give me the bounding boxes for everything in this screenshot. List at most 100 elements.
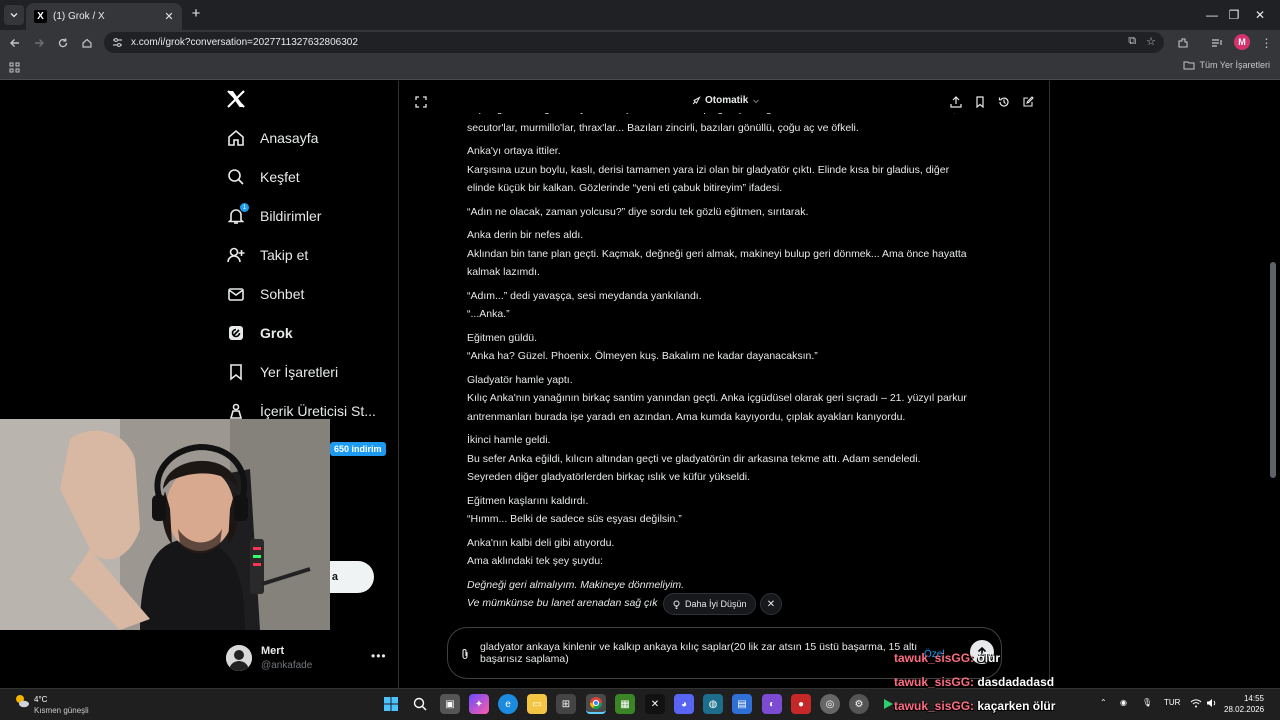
extensions-icon[interactable] bbox=[1174, 34, 1191, 51]
response-line: Eğitmen güldü. bbox=[467, 331, 538, 344]
bookmark-icon bbox=[226, 362, 246, 382]
share-icon[interactable] bbox=[949, 95, 963, 109]
capcut-icon[interactable]: ✕ bbox=[645, 694, 665, 714]
photos-icon[interactable]: ▤ bbox=[732, 694, 752, 714]
studio-icon[interactable]: ◐ bbox=[762, 694, 782, 714]
response-line: İkinci hamle geldi. bbox=[467, 434, 551, 446]
windows-taskbar: 4°C Kısmen güneşli ▣ ✦ e ▭ ⊞ ▦ ✕ ◕ ◍ ▤ ◐… bbox=[0, 688, 1280, 720]
history-icon[interactable] bbox=[997, 95, 1011, 109]
dismiss-suggestion-icon[interactable]: ✕ bbox=[760, 593, 782, 615]
sidebar-item-notifications[interactable]: 1 Bildirimler bbox=[226, 198, 321, 234]
chat-text: dasdadadasd bbox=[977, 675, 1055, 689]
bookmark-star-icon[interactable]: ☆ bbox=[1146, 35, 1156, 48]
grok-response: at pisliği kokusu genzini yaktı. Karşısı… bbox=[467, 103, 987, 618]
language-indicator[interactable]: TUR bbox=[1164, 698, 1180, 707]
obs-icon[interactable]: ◎ bbox=[820, 694, 840, 714]
system-clock[interactable]: 14:55 28.02.2026 bbox=[1224, 693, 1264, 715]
expand-icon[interactable] bbox=[415, 96, 427, 108]
file-explorer-icon[interactable]: ▭ bbox=[527, 694, 547, 714]
taskbar-search-icon[interactable] bbox=[410, 694, 430, 714]
tab-search-dropdown[interactable] bbox=[4, 5, 24, 25]
media-controls-icon[interactable] bbox=[1208, 34, 1225, 51]
more-options-icon[interactable]: ••• bbox=[371, 649, 387, 663]
bookmark-icon[interactable] bbox=[973, 95, 987, 109]
response-paragraph: Anka'nın kalbi deli gibi atıyordu. Ama ak… bbox=[467, 534, 987, 571]
chevron-down-icon bbox=[753, 99, 760, 103]
apps-grid-icon[interactable] bbox=[6, 59, 23, 76]
browser-tab[interactable]: X (1) Grok / X ✕ bbox=[26, 3, 182, 30]
webcam-overlay bbox=[0, 419, 330, 630]
address-bar[interactable]: x.com/i/grok?conversation=20277113276328… bbox=[104, 32, 1164, 53]
wifi-icon[interactable] bbox=[1190, 698, 1202, 708]
response-line: Seyreden diğer gladyatörlerden birkaç ıs… bbox=[467, 471, 751, 483]
sidebar-item-bookmarks[interactable]: Yer İşaretleri bbox=[226, 354, 338, 390]
creator-icon bbox=[226, 401, 246, 421]
person-add-icon bbox=[226, 245, 246, 265]
tray-chevron-icon[interactable]: ⌃ bbox=[1100, 698, 1107, 707]
grok-input[interactable]: gladyator ankaya kinlenir ve kalkıp anka… bbox=[480, 641, 920, 665]
sidebar-item-grok[interactable]: Grok bbox=[226, 315, 293, 351]
microphone-icon[interactable]: 🎙 bbox=[1142, 698, 1152, 707]
all-bookmarks-label: Tüm Yer İşaretleri bbox=[1199, 60, 1270, 70]
sidebar-item-label: Grok bbox=[260, 325, 293, 341]
all-bookmarks-folder[interactable]: Tüm Yer İşaretleri bbox=[1183, 60, 1270, 70]
mode-selector[interactable]: Otomatik bbox=[691, 95, 760, 106]
edge-icon[interactable]: e bbox=[498, 694, 518, 714]
task-view-icon[interactable]: ▣ bbox=[440, 694, 460, 714]
bell-icon: 1 bbox=[226, 203, 249, 226]
grok-icon bbox=[226, 323, 246, 343]
clock-date: 28.02.2026 bbox=[1224, 705, 1265, 714]
home-icon bbox=[226, 128, 246, 148]
weather-widget[interactable]: 4°C Kısmen güneşli bbox=[14, 693, 89, 715]
tray-app-icon[interactable]: ◉ bbox=[1120, 698, 1127, 707]
avatar bbox=[226, 645, 252, 671]
close-tab-icon[interactable]: ✕ bbox=[162, 10, 176, 23]
new-tab-icon[interactable]: + bbox=[188, 6, 204, 22]
profile-avatar[interactable]: M bbox=[1234, 34, 1250, 50]
response-paragraph: “Adım...” dedi yavaşça, sesi meydanda ya… bbox=[467, 287, 987, 324]
chat-user: tawuk_sisGG: bbox=[894, 651, 975, 665]
reload-icon[interactable] bbox=[54, 34, 71, 51]
discord-icon[interactable]: ◕ bbox=[674, 694, 694, 714]
close-window-icon[interactable]: ✕ bbox=[1238, 0, 1280, 30]
volume-icon[interactable] bbox=[1206, 698, 1218, 708]
profile-name: Mert bbox=[261, 645, 285, 657]
sidebar-item-messages[interactable]: Sohbet bbox=[226, 276, 304, 312]
settings-gear-icon[interactable]: ⚙ bbox=[849, 694, 869, 714]
start-icon[interactable] bbox=[381, 694, 401, 714]
account-switcher[interactable]: Mert @ankafade ••• bbox=[226, 643, 396, 679]
premium-discount-badge[interactable]: 650 indirim bbox=[330, 442, 386, 456]
attach-icon[interactable] bbox=[460, 648, 470, 660]
response-italic-line: Ve mümkünse bu lanet arenadan sağ çık bbox=[467, 597, 658, 609]
mode-label: Otomatik bbox=[705, 95, 749, 106]
x-logo-icon[interactable] bbox=[226, 89, 248, 111]
weather-desc: Kısmen güneşli bbox=[34, 706, 89, 715]
menu-kebab-icon[interactable]: ⋮ bbox=[1258, 34, 1275, 51]
sidebar-item-follow[interactable]: Takip et bbox=[226, 237, 308, 273]
response-line: “Adın ne olacak, zaman yolcusu?” diye so… bbox=[467, 205, 809, 218]
response-line: “Hımm... Belki de sadece süs eşyası deği… bbox=[467, 513, 682, 525]
notification-badge: 1 bbox=[240, 203, 249, 212]
sidebar-item-label: Anasayfa bbox=[260, 130, 319, 146]
response-paragraph: İkinci hamle geldi. Bu sefer Anka eğildi,… bbox=[467, 431, 987, 487]
think-better-button[interactable]: Daha İyi Düşün bbox=[663, 593, 756, 615]
page-scrollbar[interactable] bbox=[1270, 262, 1276, 478]
sidebar-item-home[interactable]: Anasayfa bbox=[226, 120, 318, 156]
copilot-icon[interactable]: ✦ bbox=[469, 694, 489, 714]
back-icon[interactable] bbox=[6, 34, 23, 51]
globe-app-icon[interactable]: ◍ bbox=[703, 694, 723, 714]
install-app-icon[interactable]: ⧉ bbox=[1128, 35, 1136, 48]
response-italic-line: Değneği geri almalıyım. Makineye dönmeli… bbox=[467, 578, 685, 591]
site-info-icon[interactable] bbox=[112, 37, 123, 48]
recorder-icon[interactable]: ● bbox=[791, 694, 811, 714]
home-browser-icon[interactable] bbox=[78, 34, 95, 51]
forward-icon[interactable] bbox=[30, 34, 47, 51]
store-icon[interactable]: ⊞ bbox=[556, 694, 576, 714]
chrome-icon[interactable] bbox=[586, 694, 606, 714]
new-chat-icon[interactable] bbox=[1021, 95, 1035, 109]
profile-handle: @ankafade bbox=[261, 660, 313, 671]
sidebar-item-explore[interactable]: Keşfet bbox=[226, 159, 300, 195]
sidebar-item-label: Yer İşaretleri bbox=[260, 364, 339, 380]
minecraft-icon[interactable]: ▦ bbox=[615, 694, 635, 714]
x-favicon: X bbox=[34, 10, 47, 23]
